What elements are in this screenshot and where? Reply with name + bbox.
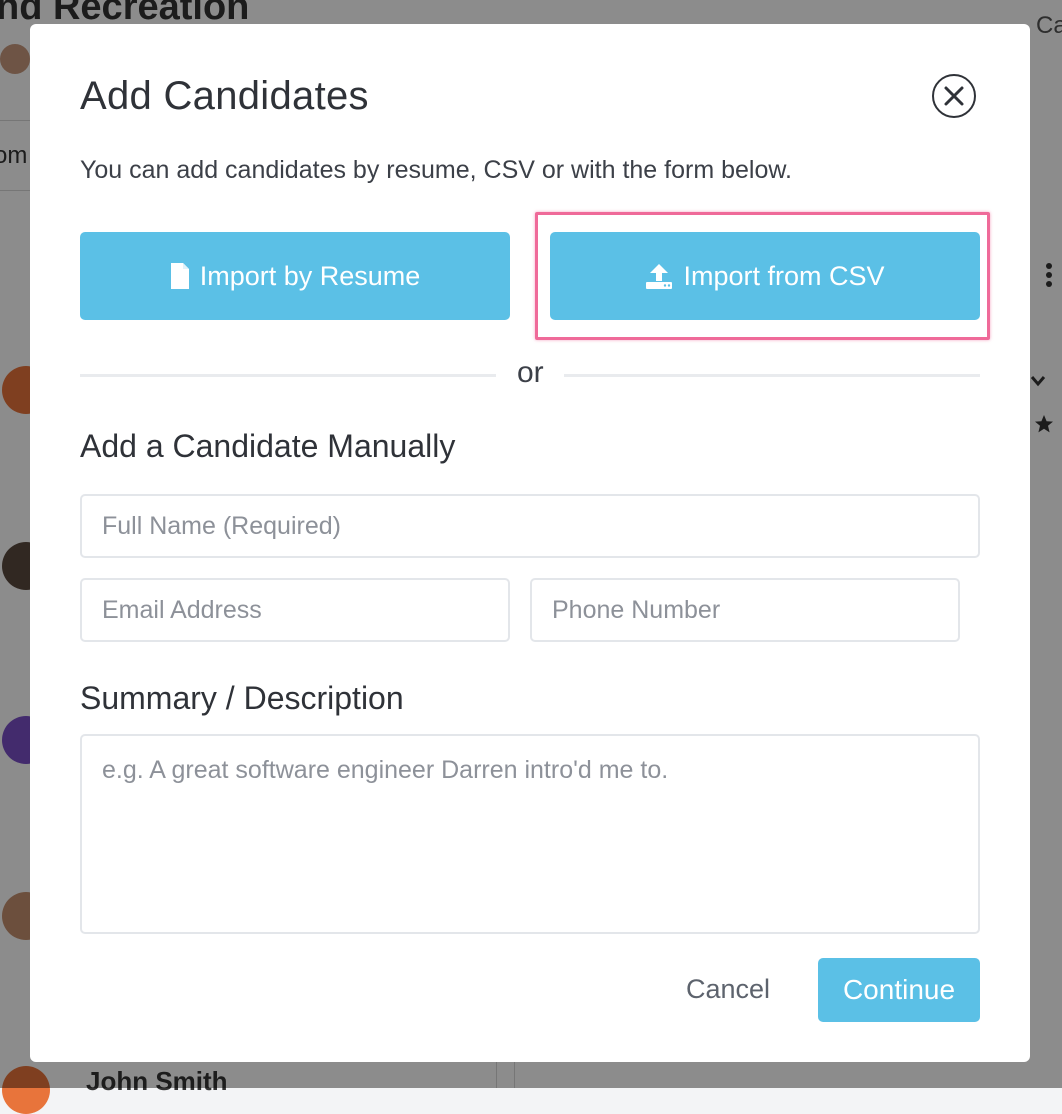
modal-subtitle: You can add candidates by resume, CSV or… (80, 156, 792, 184)
summary-textarea[interactable] (80, 734, 980, 934)
import-by-resume-label: Import by Resume (199, 260, 421, 291)
modal-title: Add Candidates (80, 74, 369, 118)
file-icon (170, 262, 190, 290)
phone-input[interactable] (530, 578, 960, 642)
or-separator: or (517, 356, 544, 389)
divider-left (80, 374, 496, 377)
close-button[interactable] (932, 74, 976, 118)
import-from-csv-button[interactable]: Import from CSV (550, 232, 980, 320)
add-candidates-modal: Add Candidates You can add candidates by… (30, 24, 1030, 1062)
summary-section-title: Summary / Description (80, 680, 404, 716)
upload-icon (645, 262, 673, 290)
close-icon (944, 86, 964, 106)
divider-right (564, 374, 980, 377)
manual-section-title: Add a Candidate Manually (80, 428, 456, 464)
full-name-input[interactable] (80, 494, 980, 558)
cancel-button[interactable]: Cancel (686, 974, 770, 1005)
import-by-resume-button[interactable]: Import by Resume (80, 232, 510, 320)
import-from-csv-label: Import from CSV (683, 260, 885, 291)
email-input[interactable] (80, 578, 510, 642)
continue-button[interactable]: Continue (818, 958, 980, 1022)
continue-label: Continue (842, 974, 956, 1005)
